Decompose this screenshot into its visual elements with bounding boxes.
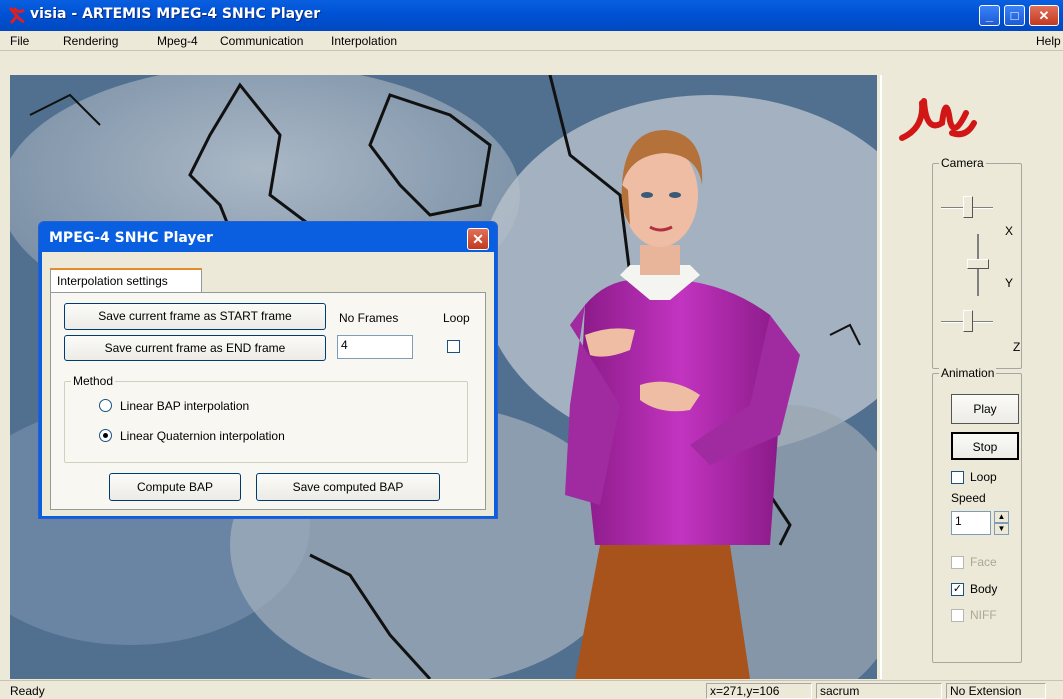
status-segment: sacrum bbox=[816, 683, 942, 699]
control-panel: Camera X Y Z Animation Play Stop Loop Sp… bbox=[880, 75, 1063, 679]
compute-bap-button[interactable]: Compute BAP bbox=[109, 473, 241, 501]
camera-z-slider[interactable] bbox=[963, 310, 973, 332]
status-extension: No Extension bbox=[946, 683, 1046, 699]
save-computed-bap-button[interactable]: Save computed BAP bbox=[256, 473, 440, 501]
speed-input[interactable]: 1 bbox=[951, 511, 991, 535]
anim-loop-checkbox[interactable] bbox=[951, 471, 964, 484]
status-bar: Ready x=271,y=106 sacrum No Extension bbox=[0, 680, 1063, 699]
no-frames-label: No Frames bbox=[339, 311, 399, 325]
title-bar: visia - ARTEMIS MPEG-4 SNHC Player _ □ ✕ bbox=[0, 0, 1063, 31]
linear-quaternion-label: Linear Quaternion interpolation bbox=[120, 429, 285, 443]
artemis-logo bbox=[899, 98, 977, 141]
niff-checkbox bbox=[951, 609, 964, 622]
dialog-title: MPEG-4 SNHC Player bbox=[49, 230, 213, 246]
speed-down-arrow-icon[interactable]: ▼ bbox=[994, 523, 1009, 535]
play-button[interactable]: Play bbox=[951, 394, 1019, 424]
tab-panel: Save current frame as START frame No Fra… bbox=[50, 292, 486, 510]
speed-up-arrow-icon[interactable]: ▲ bbox=[994, 511, 1009, 523]
camera-group: Camera X Y Z bbox=[932, 156, 1022, 369]
stop-button[interactable]: Stop bbox=[951, 432, 1019, 460]
loop-checkbox[interactable] bbox=[447, 340, 460, 353]
maximize-button[interactable]: □ bbox=[1004, 5, 1025, 26]
camera-x-slider[interactable] bbox=[963, 196, 973, 218]
menu-communication[interactable]: Communication bbox=[220, 34, 303, 48]
close-button[interactable]: ✕ bbox=[1029, 5, 1059, 26]
linear-quaternion-radio[interactable] bbox=[99, 429, 112, 442]
linear-bap-label: Linear BAP interpolation bbox=[120, 399, 250, 413]
window-title: visia - ARTEMIS MPEG-4 SNHC Player bbox=[30, 6, 321, 22]
menu-rendering[interactable]: Rendering bbox=[63, 34, 118, 48]
camera-x-label: X bbox=[1005, 224, 1014, 238]
interpolation-dialog: MPEG-4 SNHC Player ✕ Interpolation setti… bbox=[38, 221, 498, 519]
loop-label: Loop bbox=[443, 311, 470, 325]
camera-y-label: Y bbox=[1005, 276, 1014, 290]
no-frames-input[interactable]: 4 bbox=[337, 335, 413, 359]
menu-interpolation[interactable]: Interpolation bbox=[331, 34, 397, 48]
menu-file[interactable]: File bbox=[10, 34, 29, 48]
save-end-frame-button[interactable]: Save current frame as END frame bbox=[64, 335, 326, 361]
dialog-body: Interpolation settings Save current fram… bbox=[42, 252, 494, 516]
method-group: Method Linear BAP interpolation Linear Q… bbox=[64, 374, 468, 463]
minimize-button[interactable]: _ bbox=[979, 5, 1000, 26]
menu-bar: File Rendering Mpeg-4 Communication Inte… bbox=[0, 31, 1063, 51]
face-label: Face bbox=[970, 555, 997, 569]
status-ready: Ready bbox=[10, 684, 45, 698]
tab-interpolation-settings[interactable]: Interpolation settings bbox=[50, 268, 202, 292]
niff-label: NIFF bbox=[970, 608, 997, 622]
status-coords: x=271,y=106 bbox=[706, 683, 812, 699]
animation-label: Animation bbox=[939, 366, 997, 380]
visia-app-icon bbox=[8, 7, 25, 24]
animation-group: Animation Play Stop Loop Speed 1 ▲ ▼ Fac… bbox=[932, 366, 1022, 663]
linear-bap-radio[interactable] bbox=[99, 399, 112, 412]
anim-loop-label: Loop bbox=[970, 470, 997, 484]
camera-label: Camera bbox=[939, 156, 986, 170]
save-start-frame-button[interactable]: Save current frame as START frame bbox=[64, 303, 326, 330]
body-label: Body bbox=[970, 582, 998, 596]
speed-label: Speed bbox=[951, 491, 986, 505]
dialog-close-button[interactable]: ✕ bbox=[467, 228, 489, 250]
menu-mpeg4[interactable]: Mpeg-4 bbox=[157, 34, 198, 48]
method-label: Method bbox=[71, 374, 116, 388]
menu-help[interactable]: Help bbox=[1036, 34, 1061, 48]
face-checkbox bbox=[951, 556, 964, 569]
body-checkbox[interactable]: ✓ bbox=[951, 583, 964, 596]
camera-y-slider[interactable] bbox=[967, 259, 989, 269]
camera-z-label: Z bbox=[1013, 340, 1021, 354]
